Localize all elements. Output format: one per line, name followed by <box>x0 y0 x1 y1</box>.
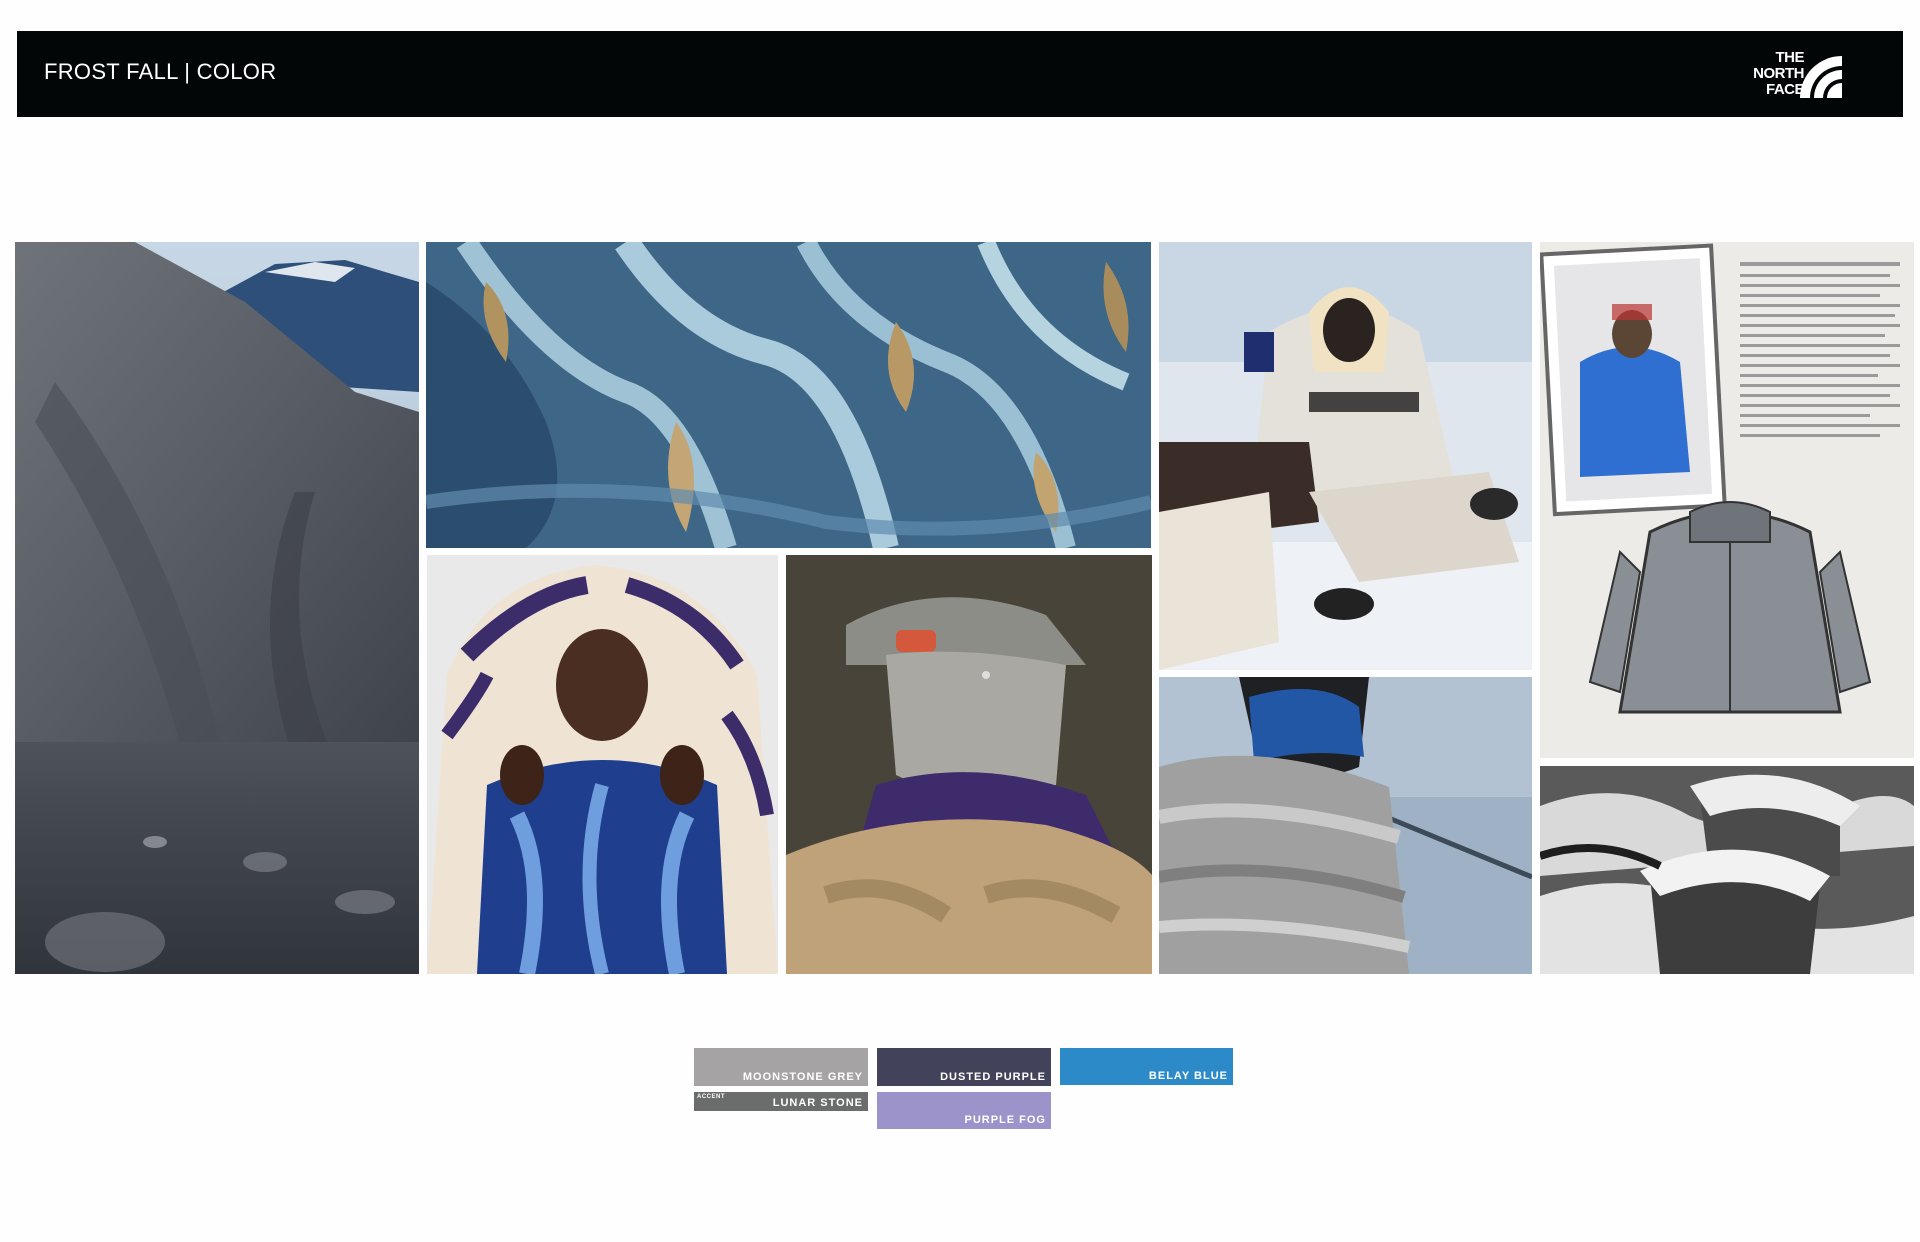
swatch-label: PURPLE FOG <box>964 1114 1046 1126</box>
masked-figure-sherpa-photo <box>786 555 1152 974</box>
half-dome-logo-icon <box>1800 56 1842 98</box>
logo-text: THE NORTH FACE <box>1753 49 1804 98</box>
swatch-label: MOONSTONE GREY <box>742 1071 863 1083</box>
snow-covered-cabins-photo <box>1540 766 1914 974</box>
man-striped-fleece-hood-photo <box>427 555 778 974</box>
swatch-label: DUSTED PURPLE <box>940 1071 1046 1083</box>
swatch-label: BELAY BLUE <box>1148 1070 1228 1082</box>
mountain-slope-photo <box>15 242 419 974</box>
swatch-label: LUNAR STONE <box>772 1097 863 1109</box>
swatch-moonstone-grey: MOONSTONE GREY <box>694 1048 868 1086</box>
brand-logo: THE NORTH FACE <box>1730 50 1846 102</box>
balaclava-silver-puffer-photo <box>1159 677 1532 974</box>
vintage-catalog-jacket-photo <box>1540 242 1914 758</box>
swatch-lunar-stone: ACCENT LUNAR STONE <box>694 1092 868 1111</box>
page-title: FROST FALL | COLOR <box>44 59 277 84</box>
woman-white-puffer-snow-photo <box>1159 242 1532 670</box>
swatch-purple-fog: PURPLE FOG <box>877 1092 1051 1129</box>
header-bar: FROST FALL | COLOR THE NORTH FACE <box>17 31 1903 117</box>
swatch-dusted-purple: DUSTED PURPLE <box>877 1048 1051 1086</box>
glacial-river-aerial-photo <box>426 242 1151 548</box>
swatch-belay-blue: BELAY BLUE <box>1060 1048 1233 1085</box>
accent-tag: ACCENT <box>697 1094 725 1100</box>
